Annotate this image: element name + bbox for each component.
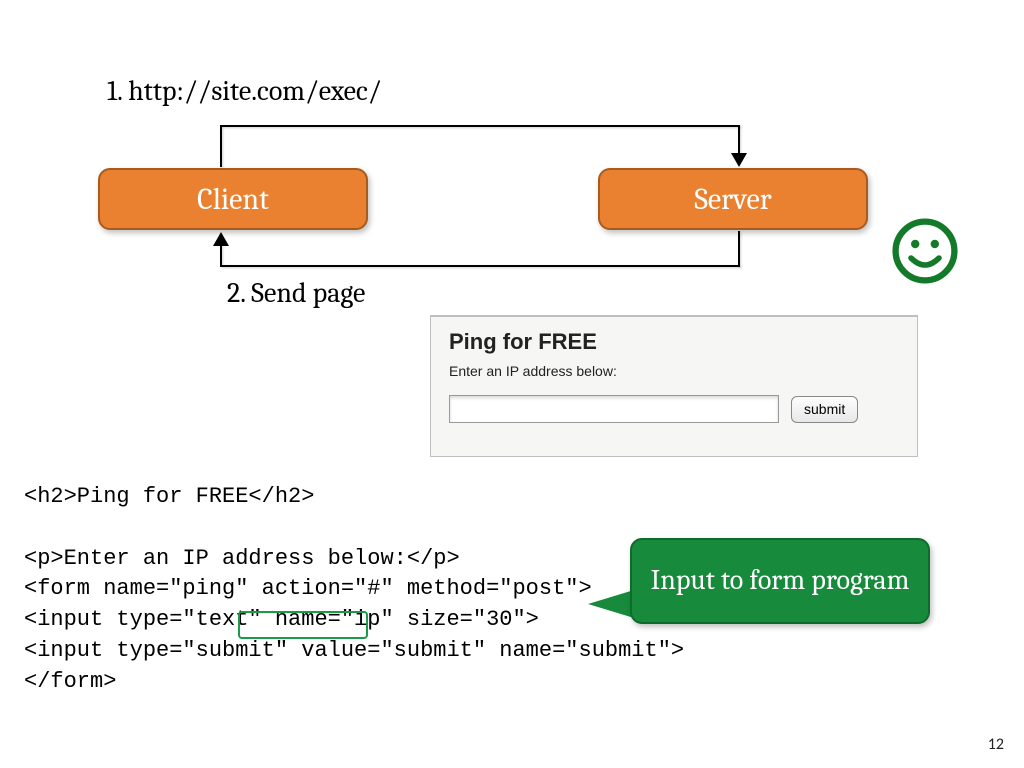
code-line: <h2>Ping for FREE</h2> bbox=[24, 484, 314, 509]
arrowhead-down-icon bbox=[731, 153, 747, 167]
code-line: <form name="ping" action="#" method="pos… bbox=[24, 576, 592, 601]
page-number: 12 bbox=[988, 735, 1004, 754]
form-prompt: Enter an IP address below: bbox=[449, 363, 899, 379]
server-box: Server bbox=[598, 168, 868, 230]
ip-input[interactable] bbox=[449, 395, 779, 423]
highlight-box bbox=[238, 611, 368, 639]
code-block: <h2>Ping for FREE</h2> <p>Enter an IP ad… bbox=[24, 482, 684, 698]
arrow-top bbox=[738, 125, 740, 155]
step1-label: 1. http://site.com/exec/ bbox=[107, 75, 382, 107]
arrow-top bbox=[220, 125, 222, 167]
client-label: Client bbox=[197, 182, 269, 217]
callout-text: Input to form program bbox=[651, 564, 910, 598]
arrow-bottom bbox=[220, 265, 740, 267]
server-label: Server bbox=[694, 182, 771, 217]
arrow-bottom bbox=[220, 245, 222, 265]
callout-tail-icon bbox=[588, 590, 634, 618]
callout-box: Input to form program bbox=[630, 538, 930, 624]
client-box: Client bbox=[98, 168, 368, 230]
arrow-bottom bbox=[738, 231, 740, 267]
arrow-top bbox=[220, 125, 740, 127]
form-screenshot: Ping for FREE Enter an IP address below:… bbox=[430, 315, 918, 457]
code-line: <input type="submit" value="submit" name… bbox=[24, 638, 684, 663]
smiley-icon bbox=[890, 216, 960, 286]
arrowhead-up-icon bbox=[213, 232, 229, 246]
submit-button[interactable]: submit bbox=[791, 396, 858, 423]
form-title: Ping for FREE bbox=[449, 329, 899, 355]
step2-label: 2. Send page bbox=[227, 277, 365, 309]
code-line: </form> bbox=[24, 669, 116, 694]
code-line: <p>Enter an IP address below:</p> bbox=[24, 546, 460, 571]
